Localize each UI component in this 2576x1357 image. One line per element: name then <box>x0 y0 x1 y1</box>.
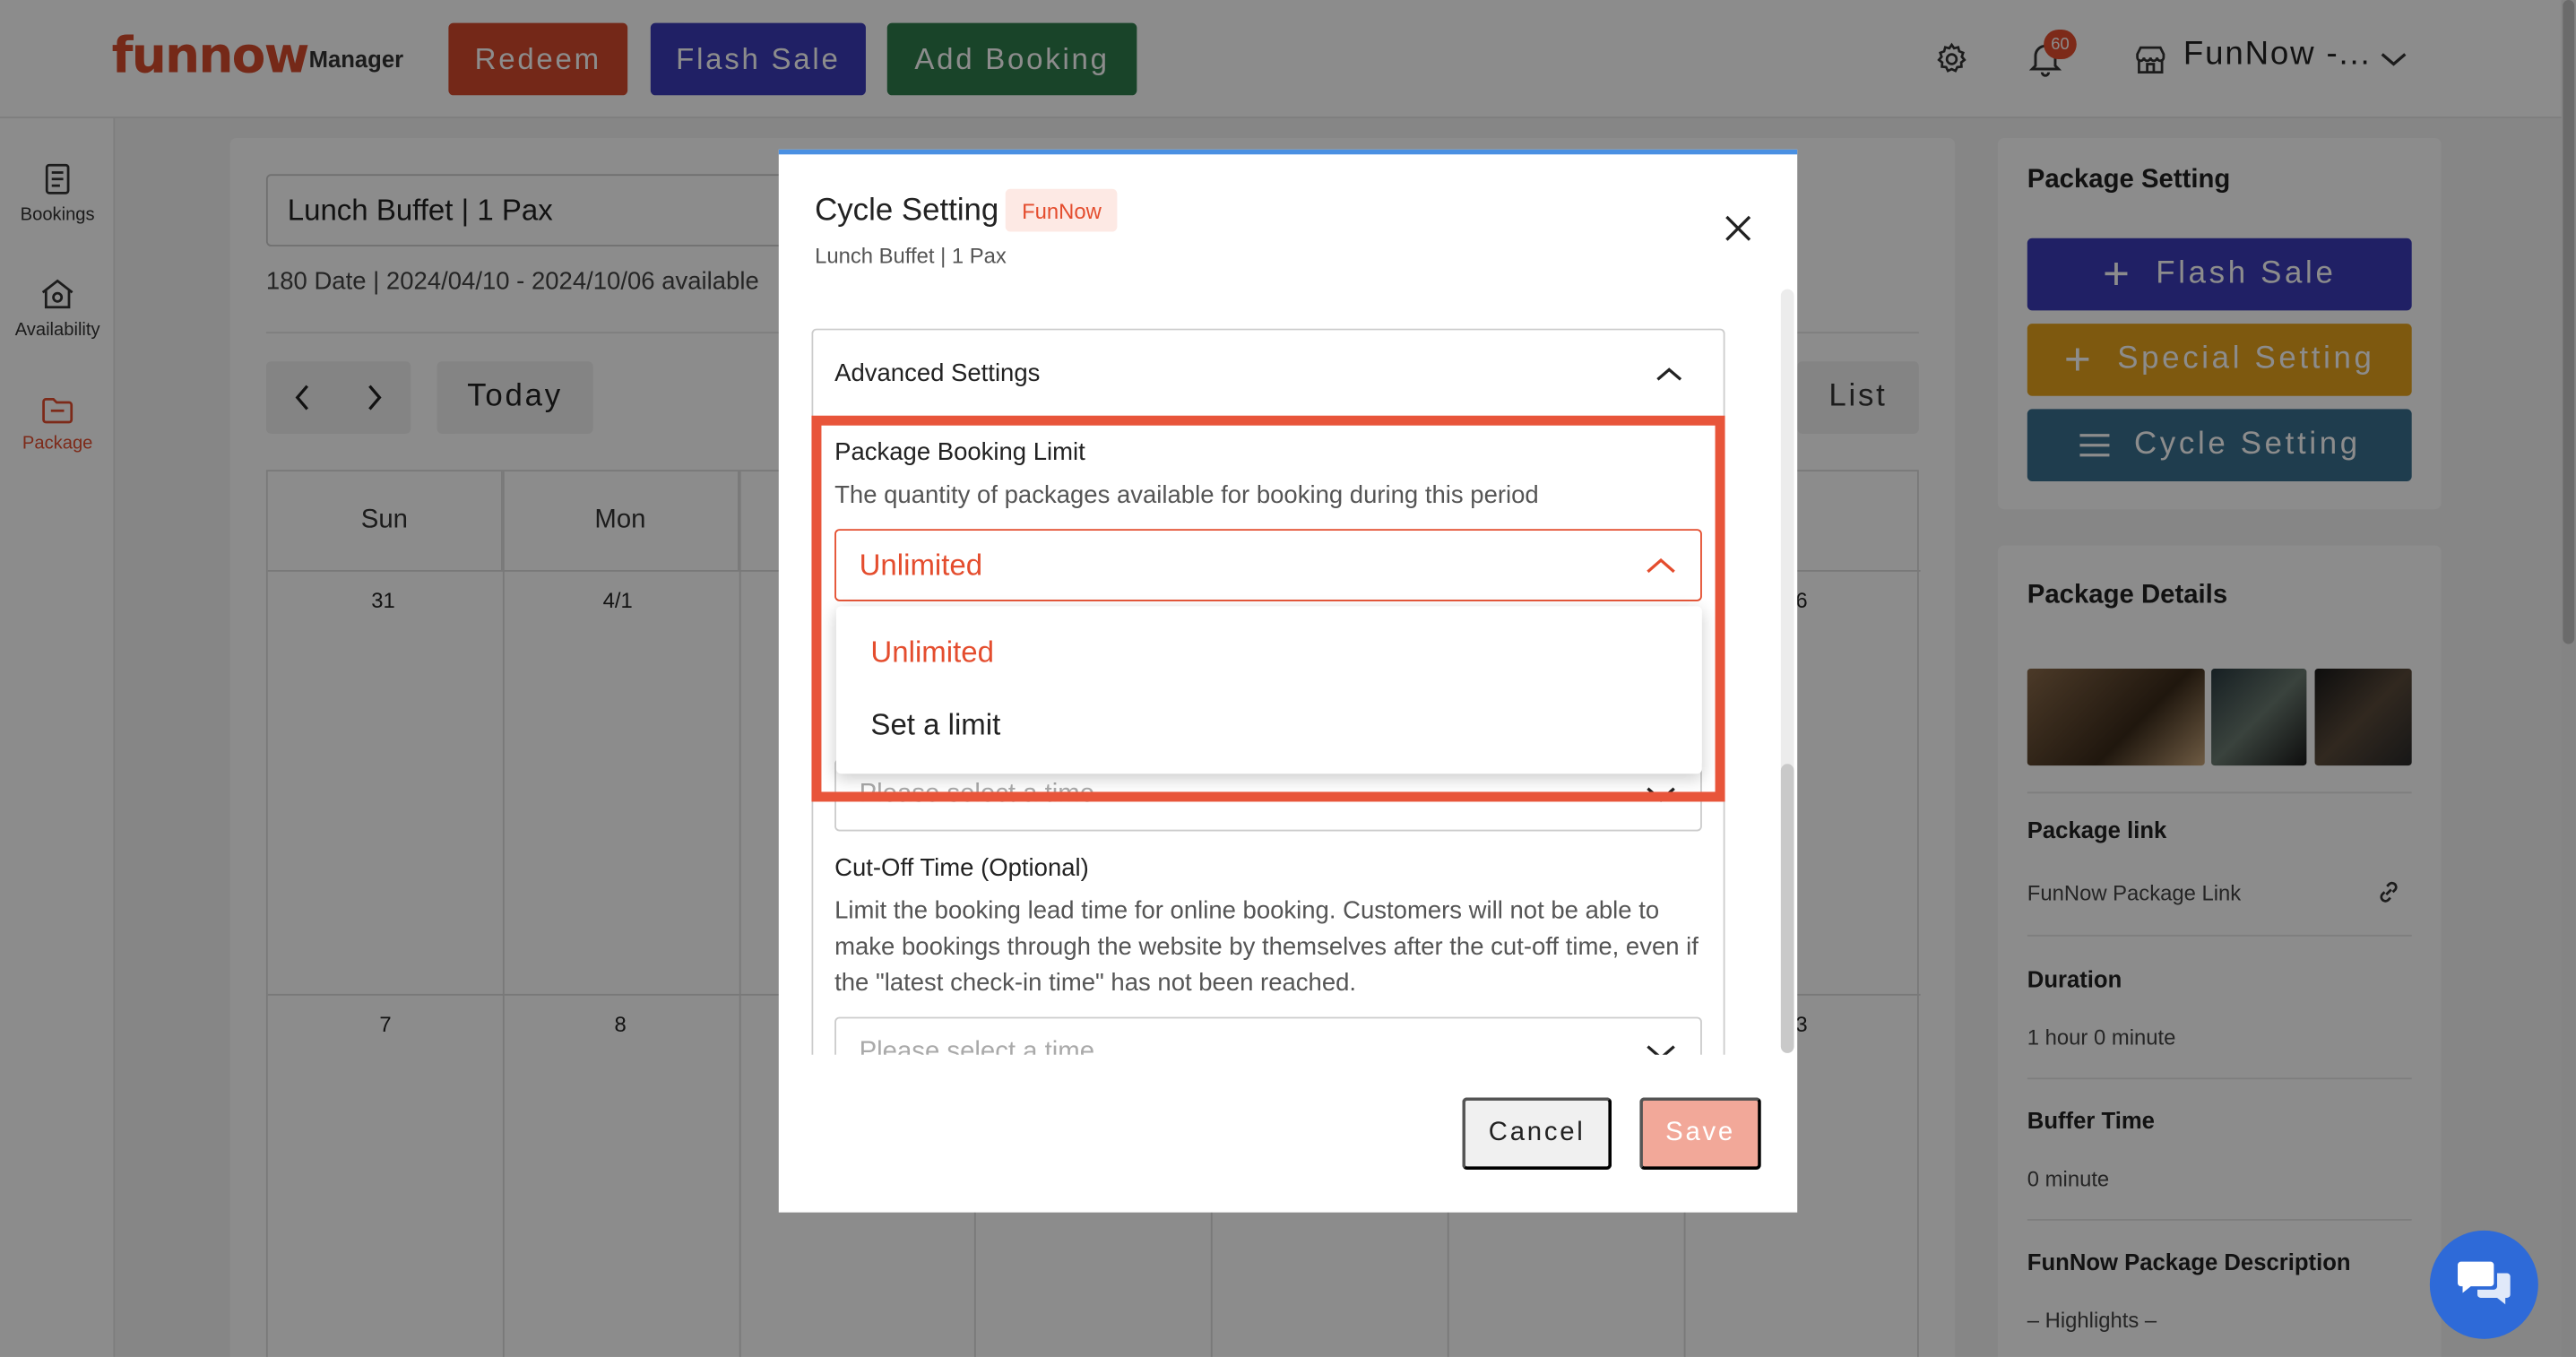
cancel-button[interactable]: Cancel <box>1462 1097 1612 1171</box>
highlight-box <box>811 415 1725 802</box>
modal-subtitle: Lunch Buffet | 1 Pax <box>815 243 1007 268</box>
cutoff-time-help: Limit the booking lead time for online b… <box>834 896 1699 998</box>
platform-tag: FunNow <box>1005 188 1119 232</box>
advanced-settings-title[interactable]: Advanced Settings <box>834 359 1040 387</box>
modal-title: Cycle Setting <box>815 194 999 229</box>
close-icon[interactable] <box>1718 209 1758 248</box>
chat-icon <box>2458 1261 2511 1305</box>
modal-scrollbar-thumb[interactable] <box>1780 764 1794 1053</box>
chat-button[interactable] <box>2429 1230 2538 1339</box>
save-button[interactable]: Save <box>1639 1097 1761 1171</box>
cutoff-time-label: Cut-Off Time (Optional) <box>834 854 1089 883</box>
chevron-up-icon[interactable] <box>1653 363 1686 394</box>
